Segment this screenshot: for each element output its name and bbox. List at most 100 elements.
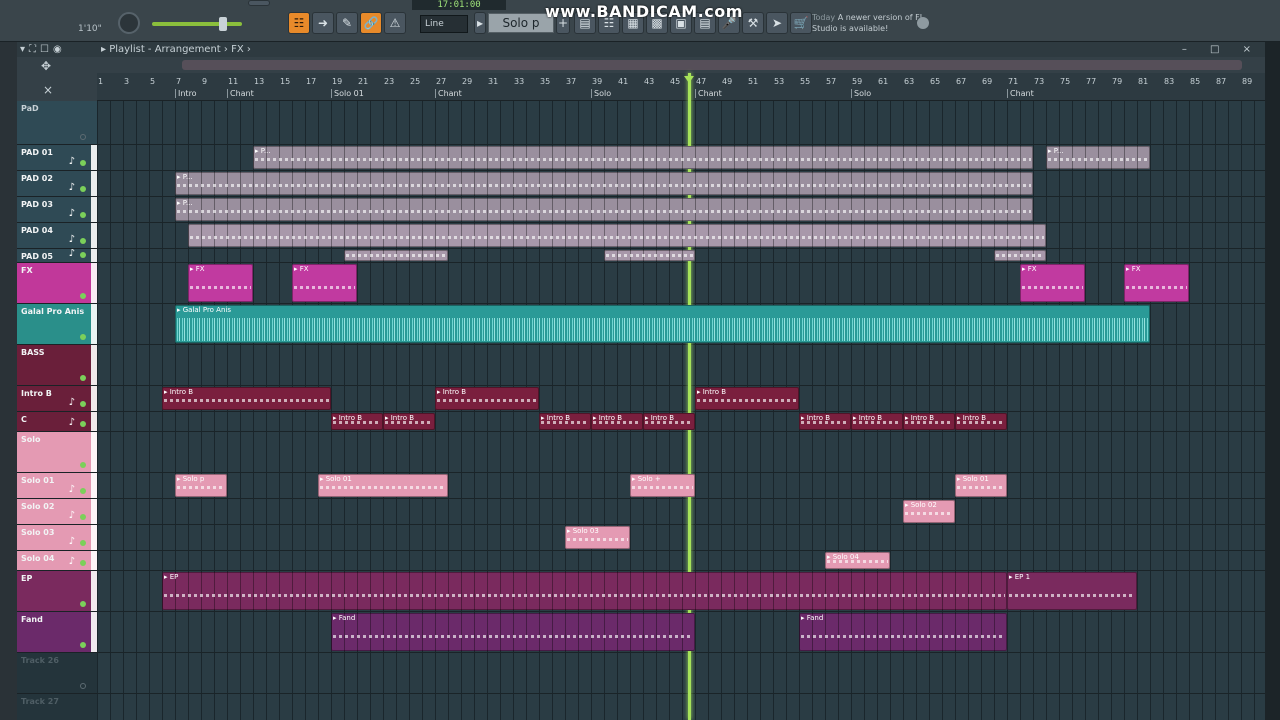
track-mute-led[interactable]: [80, 212, 86, 218]
track-header[interactable]: Track 26: [17, 653, 97, 694]
track-mute-led[interactable]: [80, 488, 86, 494]
pattern-clip[interactable]: ▸ Fand: [331, 613, 695, 651]
master-pitch-knob[interactable]: [118, 12, 140, 34]
pattern-clip[interactable]: ▸ EP 1: [1007, 572, 1137, 610]
arrow-right-icon[interactable]: ➜: [312, 12, 334, 34]
pattern-clip[interactable]: ▸ Intro B: [643, 413, 695, 430]
shop-icon[interactable]: 🛒: [790, 12, 812, 34]
playlist-lane[interactable]: [97, 525, 1265, 551]
pattern-clip[interactable]: ▸ Intro B: [162, 387, 331, 410]
time-marker[interactable]: Chant: [435, 89, 462, 98]
pattern-clip[interactable]: ▸ FX: [1020, 264, 1085, 302]
track-header[interactable]: BASS: [17, 345, 97, 386]
track-mute-led[interactable]: [80, 642, 86, 648]
track-header[interactable]: PAD 01 ♪: [17, 145, 97, 171]
playlist-corner-tools[interactable]: ✥ ×: [17, 57, 97, 101]
master-volume-slider[interactable]: [152, 17, 242, 31]
stamp-icon[interactable]: ⚠: [384, 12, 406, 34]
pattern-clip[interactable]: ▸ Solo 03: [565, 526, 630, 549]
pattern-clip[interactable]: ▸ P...: [1046, 146, 1150, 169]
track-header[interactable]: PAD 04 ♪: [17, 223, 97, 249]
playlist-lane[interactable]: [97, 263, 1265, 304]
pattern-clip[interactable]: ▸ Fand: [799, 613, 1007, 651]
pattern-clip[interactable]: [994, 250, 1046, 261]
track-mute-led[interactable]: [80, 238, 86, 244]
shortcut-icon[interactable]: ➤: [766, 12, 788, 34]
playlist-lane[interactable]: [97, 432, 1265, 473]
playlist-snap-icon[interactable]: ☷: [288, 12, 310, 34]
track-mute-led[interactable]: [80, 540, 86, 546]
pattern-clip[interactable]: ▸ P...: [175, 198, 1033, 221]
pattern-clip[interactable]: ▸ Intro B: [851, 413, 903, 430]
track-header[interactable]: EP: [17, 571, 97, 612]
track-mute-led[interactable]: [80, 375, 86, 381]
window-controls[interactable]: – □ ×: [1182, 42, 1261, 57]
news-panel[interactable]: Today A newer version of FL Studio is av…: [812, 12, 932, 34]
playlist-tool-icons[interactable]: ▾⛶☐◉: [20, 42, 66, 57]
track-header[interactable]: Track 27: [17, 694, 97, 720]
track-mute-led[interactable]: [80, 514, 86, 520]
pattern-clip[interactable]: [344, 250, 448, 261]
news-refresh-icon[interactable]: [917, 17, 929, 29]
playlist-lane[interactable]: [97, 653, 1265, 694]
time-marker[interactable]: Solo 01: [331, 89, 364, 98]
pattern-clip[interactable]: ▸ Intro B: [539, 413, 591, 430]
playlist-lane[interactable]: [97, 499, 1265, 525]
track-header[interactable]: Solo 03 ♪: [17, 525, 97, 551]
pattern-clip[interactable]: ▸ FX: [188, 264, 253, 302]
track-mute-led[interactable]: [80, 334, 86, 340]
breadcrumb-item-fx[interactable]: FX: [231, 44, 244, 55]
time-marker[interactable]: Chant: [227, 89, 254, 98]
time-marker[interactable]: Chant: [695, 89, 722, 98]
pattern-clip[interactable]: ▸ Solo 02: [903, 500, 955, 523]
pattern-clip[interactable]: [188, 224, 1046, 247]
pattern-clip[interactable]: ▸ Intro B: [591, 413, 643, 430]
track-header[interactable]: C ♪: [17, 412, 97, 432]
track-mute-led[interactable]: [80, 683, 86, 689]
time-marker[interactable]: Intro: [175, 89, 197, 98]
track-header[interactable]: PAD 02 ♪: [17, 171, 97, 197]
track-mute-led[interactable]: [80, 401, 86, 407]
snap-select[interactable]: Line: [420, 15, 468, 33]
track-header[interactable]: Galal Pro Anis: [17, 304, 97, 345]
pattern-clip[interactable]: ▸ Solo 04: [825, 552, 890, 569]
pattern-clip[interactable]: [604, 250, 695, 261]
track-mute-led[interactable]: [80, 560, 86, 566]
volume-slider-thumb[interactable]: [219, 17, 228, 31]
pattern-clip[interactable]: ▸ P...: [253, 146, 1033, 169]
playlist-lane[interactable]: [97, 345, 1265, 386]
pattern-clip[interactable]: ▸ Solo 01: [955, 474, 1007, 497]
overview-scroll-thumb[interactable]: [182, 60, 1242, 70]
time-marker[interactable]: Chant: [1007, 89, 1034, 98]
pattern-clip[interactable]: ▸ Solo +: [630, 474, 695, 497]
playlist-grid[interactable]: ▸ P... ▸ P... ▸ P... ▸ P... ▸ FX ▸ FX ▸ FX ▸ F…: [97, 73, 1265, 720]
pattern-clip[interactable]: ▸ Intro B: [955, 413, 1007, 430]
track-mute-led[interactable]: [80, 462, 86, 468]
track-header[interactable]: Solo 02 ♪: [17, 499, 97, 525]
track-header[interactable]: Fand: [17, 612, 97, 653]
track-mute-led[interactable]: [80, 134, 86, 140]
pattern-clip[interactable]: ▸ FX: [292, 264, 357, 302]
track-header[interactable]: PAD 03 ♪: [17, 197, 97, 223]
track-mute-led[interactable]: [80, 252, 86, 258]
track-mute-led[interactable]: [80, 186, 86, 192]
track-header[interactable]: Solo 01 ♪: [17, 473, 97, 499]
pattern-clip[interactable]: ▸ Intro B: [435, 387, 539, 410]
left-browser-edge[interactable]: [0, 42, 17, 720]
pattern-clip[interactable]: ▸ Solo p: [175, 474, 227, 497]
pattern-clip[interactable]: ▸ FX: [1124, 264, 1189, 302]
time-marker[interactable]: Solo: [591, 89, 611, 98]
pattern-clip[interactable]: ▸ Intro B: [695, 387, 799, 410]
track-header[interactable]: PaD: [17, 101, 97, 145]
playlist-lane[interactable]: [97, 694, 1265, 720]
track-header[interactable]: Solo 04 ♪: [17, 551, 97, 571]
pattern-clip[interactable]: ▸ Intro B: [383, 413, 435, 430]
track-header[interactable]: Intro B ♪: [17, 386, 97, 412]
play-arrow-icon[interactable]: ▸: [474, 12, 486, 34]
pattern-clip[interactable]: ▸ Intro B: [799, 413, 851, 430]
track-mute-led[interactable]: [80, 160, 86, 166]
pattern-clip[interactable]: ▸ Galal Pro Anis: [175, 305, 1150, 343]
tools-icon[interactable]: ⚒: [742, 12, 764, 34]
pattern-clip[interactable]: ▸ P...: [175, 172, 1033, 195]
playlist-lane[interactable]: [97, 101, 1265, 145]
